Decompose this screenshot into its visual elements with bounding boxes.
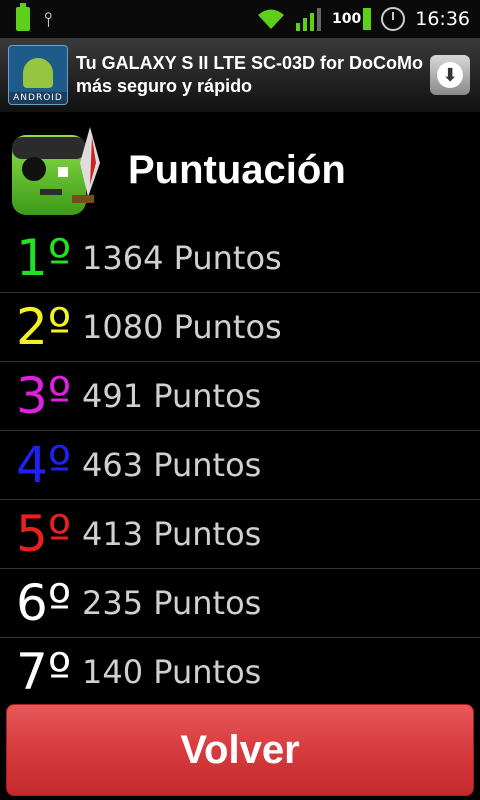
score-row-7: 7º 140 Puntos [0, 638, 480, 706]
android-logo: ANDROID [8, 45, 68, 105]
score-points: 491 Puntos [82, 377, 262, 415]
usb-icon: ⫯ [44, 7, 53, 31]
score-rank: 4º [16, 436, 72, 494]
score-rank: 1º [16, 229, 72, 287]
battery-icon [16, 3, 30, 31]
status-time: 16:36 [415, 8, 470, 30]
download-icon: ⬇ [437, 62, 463, 88]
score-row-5: 5º 413 Puntos [0, 500, 480, 569]
score-list: 1º 1364 Puntos 2º 1080 Puntos 3º 491 Pun… [0, 224, 480, 706]
score-points: 1080 Puntos [82, 308, 282, 346]
score-rank: 3º [16, 367, 72, 425]
ad-text[interactable]: Tu GALAXY S II LTE SC-03D for DoCoMo más… [76, 52, 430, 98]
score-row-2: 2º 1080 Puntos [0, 293, 480, 362]
score-row-4: 4º 463 Puntos [0, 431, 480, 500]
page-title: Puntuación [128, 147, 346, 192]
score-row-6: 6º 235 Puntos [0, 569, 480, 638]
score-rank: 6º [16, 574, 72, 632]
battery-percent: 100 [332, 11, 362, 27]
score-row-3: 3º 491 Puntos [0, 362, 480, 431]
alarm-icon [381, 7, 406, 31]
score-rank: 7º [16, 643, 72, 701]
battery-level-icon [363, 8, 372, 30]
volver-button[interactable]: Volver [6, 704, 474, 796]
score-row-1: 1º 1364 Puntos [0, 224, 480, 293]
score-rank: 5º [16, 505, 72, 563]
android-robot-icon [23, 58, 53, 88]
pirate-app-icon [10, 123, 104, 217]
status-bar: ⫯ 100 16:36 [0, 0, 480, 38]
signal-icon [296, 7, 322, 31]
score-points: 235 Puntos [82, 584, 262, 622]
page-header: Puntuación [0, 112, 480, 228]
score-points: 463 Puntos [82, 446, 262, 484]
download-button[interactable]: ⬇ [430, 55, 470, 95]
ad-banner[interactable]: ANDROID Tu GALAXY S II LTE SC-03D for Do… [0, 38, 480, 112]
wifi-icon [256, 7, 286, 31]
score-points: 413 Puntos [82, 515, 262, 553]
score-points: 140 Puntos [82, 653, 262, 691]
score-points: 1364 Puntos [82, 239, 282, 277]
ad-logo-text: ANDROID [9, 92, 67, 104]
score-rank: 2º [16, 298, 72, 356]
